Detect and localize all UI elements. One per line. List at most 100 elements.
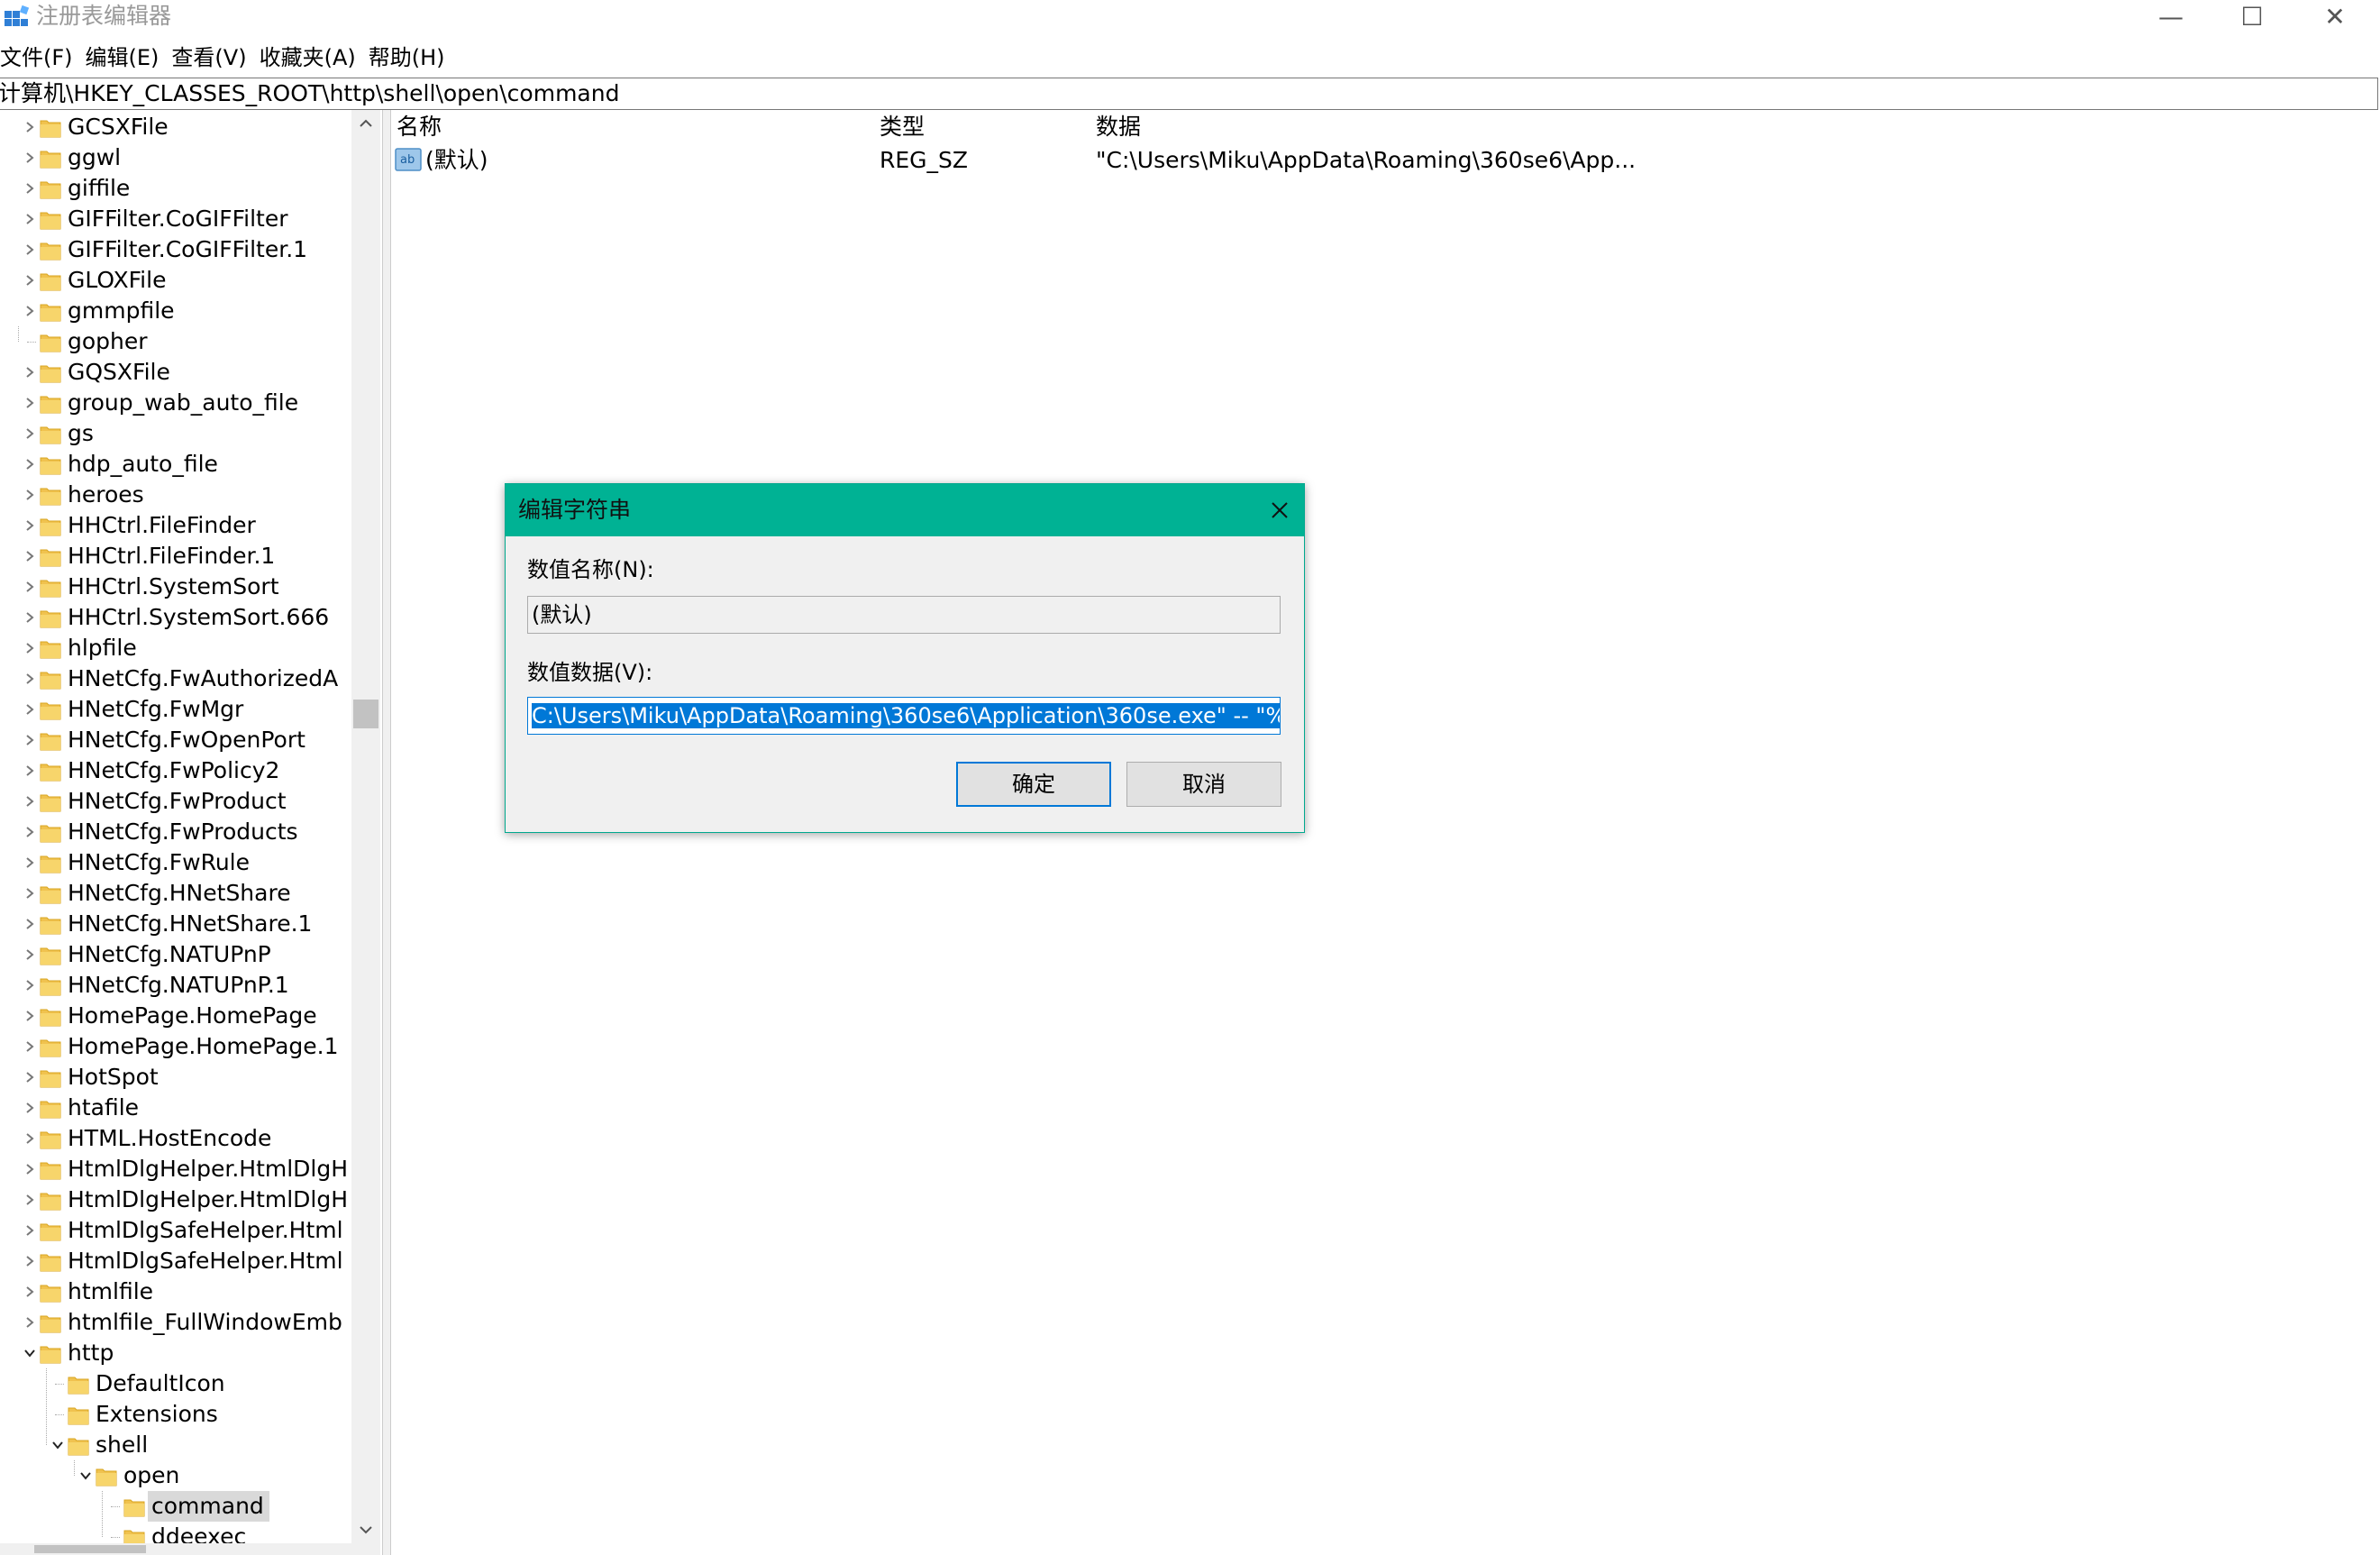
folder-icon: [39, 576, 62, 598]
tree-item[interactable]: HHCtrl.FileFinder: [0, 510, 351, 541]
tree-item[interactable]: HotSpot: [0, 1062, 351, 1093]
folder-icon: [39, 331, 62, 352]
folder-icon: [123, 1496, 146, 1517]
tree-item[interactable]: http: [0, 1338, 351, 1368]
tree-item[interactable]: shell: [0, 1430, 351, 1460]
folder-icon: [39, 1036, 62, 1057]
ok-button[interactable]: 确定: [956, 762, 1111, 807]
tree-item[interactable]: HNetCfg.FwAuthorizedA: [0, 663, 351, 694]
tree-item[interactable]: open: [0, 1460, 351, 1491]
tree-item-label: HTML.HostEncode: [68, 1125, 272, 1151]
value-name-field[interactable]: (默认): [527, 596, 1281, 634]
tree-item[interactable]: HHCtrl.FileFinder.1: [0, 541, 351, 572]
tree-item-label: HHCtrl.FileFinder: [68, 512, 256, 538]
menu-favorites[interactable]: 收藏夹(A): [260, 40, 356, 76]
tree-item[interactable]: HHCtrl.SystemSort.666: [0, 602, 351, 633]
scroll-down-icon[interactable]: [351, 1516, 380, 1543]
tree-horizontal-scrollbar[interactable]: [0, 1543, 380, 1555]
tree-item[interactable]: HNetCfg.FwOpenPort: [0, 725, 351, 755]
tree-item-label: HNetCfg.NATUPnP.1: [68, 972, 289, 998]
tree-item[interactable]: DefaultIcon: [0, 1368, 351, 1399]
tree-item[interactable]: gmmpfile: [0, 296, 351, 326]
tree-item[interactable]: HomePage.HomePage.1: [0, 1031, 351, 1062]
tree-connector: [55, 1384, 64, 1385]
folder-icon: [67, 1404, 90, 1425]
tree-item[interactable]: HHCtrl.SystemSort: [0, 572, 351, 602]
menu-help[interactable]: 帮助(H): [369, 40, 445, 76]
tree-item-label: HHCtrl.SystemSort.666: [68, 604, 330, 630]
tree-item-label: HHCtrl.FileFinder.1: [68, 543, 276, 569]
tree-guide-line: [46, 1368, 47, 1445]
tree-item[interactable]: HNetCfg.HNetShare.1: [0, 909, 351, 939]
folder-icon: [39, 239, 62, 261]
tree-item[interactable]: HNetCfg.FwProduct: [0, 786, 351, 817]
tree-item[interactable]: gs: [0, 418, 351, 449]
folder-icon: [39, 1128, 62, 1149]
tree-item[interactable]: HomePage.HomePage: [0, 1001, 351, 1031]
tree-item[interactable]: htmlfile_FullWindowEmb: [0, 1307, 351, 1338]
tree-item[interactable]: HNetCfg.FwRule: [0, 847, 351, 878]
tree-item[interactable]: GIFFilter.CoGIFFilter: [0, 204, 351, 234]
minimize-button[interactable]: —: [2130, 0, 2211, 32]
tree-item[interactable]: heroes: [0, 480, 351, 510]
tree-item[interactable]: HNetCfg.HNetShare: [0, 878, 351, 909]
tree-scroll-thumb[interactable]: [353, 700, 378, 728]
cancel-button[interactable]: 取消: [1126, 762, 1281, 807]
menu-edit[interactable]: 编辑(E): [86, 40, 160, 76]
tree-item[interactable]: htafile: [0, 1093, 351, 1123]
column-header-data[interactable]: 数据: [1096, 110, 1141, 142]
value-name-cell[interactable]: (默认): [425, 144, 488, 177]
tree-item[interactable]: GLOXFile: [0, 265, 351, 296]
tree-item[interactable]: GCSXFile: [0, 112, 351, 142]
tree-item[interactable]: HNetCfg.NATUPnP.1: [0, 970, 351, 1001]
tree-item[interactable]: HNetCfg.NATUPnP: [0, 939, 351, 970]
tree-item[interactable]: command: [0, 1491, 351, 1522]
scroll-up-icon[interactable]: [351, 110, 380, 137]
column-header-name[interactable]: 名称: [397, 110, 442, 142]
tree-item[interactable]: giffile: [0, 173, 351, 204]
selected-text: C:\Users\Miku\AppData\Roaming\360se6\App…: [532, 703, 1280, 728]
tree-item[interactable]: ggwl: [0, 142, 351, 173]
folder-icon: [39, 178, 62, 199]
tree-item[interactable]: HtmlDlgHelper.HtmlDlgH: [0, 1185, 351, 1215]
tree-item[interactable]: HTML.HostEncode: [0, 1123, 351, 1154]
tree-item[interactable]: group_wab_auto_file: [0, 388, 351, 418]
close-icon[interactable]: [1266, 497, 1293, 524]
tree-item-label: shell: [96, 1432, 149, 1458]
tree-item[interactable]: hdp_auto_file: [0, 449, 351, 480]
menu-file[interactable]: 文件(F): [0, 40, 73, 76]
window-title: 注册表编辑器: [36, 3, 172, 29]
value-name-label: 数值名称(N):: [527, 557, 654, 582]
column-header-type[interactable]: 类型: [880, 110, 925, 142]
tree-item-label: hdp_auto_file: [68, 451, 218, 477]
tree-vertical-scrollbar[interactable]: [351, 110, 380, 1555]
tree-item[interactable]: HtmlDlgSafeHelper.Html: [0, 1215, 351, 1246]
tree-item[interactable]: HtmlDlgHelper.HtmlDlgH: [0, 1154, 351, 1185]
tree-item[interactable]: GIFFilter.CoGIFFilter.1: [0, 234, 351, 265]
tree-item-label: HNetCfg.FwAuthorizedA: [68, 665, 339, 691]
registry-tree: GCSXFile ggwl giffile GIFFilter.CoGIFFilter…: [0, 110, 351, 1555]
close-button[interactable]: ✕: [2294, 0, 2375, 32]
maximize-button[interactable]: ☐: [2211, 0, 2293, 32]
tree-item-label: gs: [68, 420, 94, 446]
tree-hscroll-thumb[interactable]: [34, 1545, 146, 1553]
tree-item[interactable]: Extensions: [0, 1399, 351, 1430]
pane-splitter[interactable]: [382, 110, 391, 1555]
tree-item[interactable]: gopher: [0, 326, 351, 357]
address-bar[interactable]: 计算机\HKEY_CLASSES_ROOT\http\shell\open\co…: [0, 78, 2378, 110]
tree-item[interactable]: GQSXFile: [0, 357, 351, 388]
dialog-title-bar[interactable]: 编辑字符串: [506, 484, 1304, 536]
tree-item[interactable]: hlpfile: [0, 633, 351, 663]
tree-item[interactable]: HtmlDlgSafeHelper.Html: [0, 1246, 351, 1276]
tree-item[interactable]: HNetCfg.FwPolicy2: [0, 755, 351, 786]
tree-item[interactable]: HNetCfg.FwProducts: [0, 817, 351, 847]
value-data-input[interactable]: C:\Users\Miku\AppData\Roaming\360se6\App…: [527, 697, 1281, 735]
menu-view[interactable]: 查看(V): [171, 40, 246, 76]
value-data-label: 数值数据(V):: [527, 660, 653, 685]
tree-item[interactable]: HNetCfg.FwMgr: [0, 694, 351, 725]
folder-icon: [39, 607, 62, 628]
tree-item[interactable]: htmlfile: [0, 1276, 351, 1307]
tree-item-label: HotSpot: [68, 1064, 159, 1090]
folder-icon: [39, 791, 62, 812]
folder-icon: [39, 852, 62, 874]
